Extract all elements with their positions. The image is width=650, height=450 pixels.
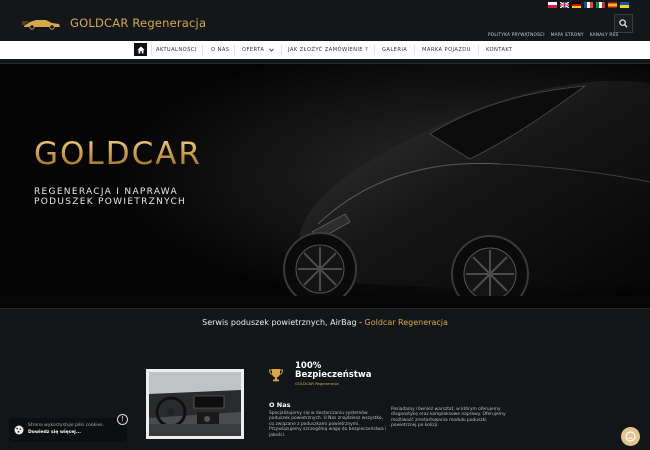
nav-divider: [374, 45, 375, 55]
main-nav: AKTUALNOŚCI O NAS OFERTA JAK ZŁOŻYĆ ZAMÓ…: [0, 41, 650, 59]
top-links: POLITYKA PRYWATNOŚCI MAPA STRONY KANAŁY …: [488, 33, 618, 38]
ua-flag-icon[interactable]: [620, 2, 629, 8]
nav-divider: [234, 45, 235, 55]
nav-item-news[interactable]: AKTUALNOŚCI: [152, 41, 201, 59]
nav-item-how-to-order[interactable]: JAK ZŁOŻYĆ ZAMÓWIENIE ?: [284, 41, 372, 59]
chevron-down-icon: [269, 47, 275, 52]
chat-icon: [625, 431, 636, 442]
nav-item-offer-label: OFERTA: [242, 47, 265, 53]
uk-flag-icon[interactable]: [560, 2, 569, 8]
privacy-policy-link[interactable]: POLITYKA PRYWATNOŚCI: [488, 33, 545, 38]
hero-subtitle-line1: REGENERACJA I NAPRAWA: [34, 187, 178, 197]
about-heading: O Nas: [269, 401, 291, 409]
nav-divider: [281, 45, 282, 55]
rss-link[interactable]: KANAŁY RSS: [590, 33, 619, 38]
chat-button[interactable]: [621, 427, 640, 446]
cookie-learn-more-link[interactable]: Dowiedz się więcej...: [28, 430, 81, 435]
search-icon: [619, 19, 628, 28]
nav-item-gallery[interactable]: GALERIA: [378, 41, 411, 59]
hero-subtitle-line2: PODUSZEK POWIETRZNYCH: [34, 197, 187, 207]
search-button[interactable]: [614, 14, 633, 33]
car-interior-photo: [146, 369, 244, 439]
car-logo-icon: [22, 20, 60, 30]
page: GOLDCAR Regeneracja POLITYKA PRYWATNOŚCI…: [0, 0, 650, 450]
tagline: Serwis poduszek powietrznych, AirBag - G…: [0, 318, 650, 327]
hero-title: GOLDCAR: [34, 136, 202, 172]
stat-subtitle: GOLDCAR Regeneracja: [295, 381, 339, 386]
cookie-icon: [14, 425, 24, 435]
logo-text: GOLDCAR Regeneracja: [70, 16, 207, 30]
de-flag-icon[interactable]: [572, 2, 581, 8]
hero-banner: GOLDCAR REGENERACJA I NAPRAWA PODUSZEK P…: [0, 63, 650, 309]
home-icon: [137, 46, 144, 53]
tagline-text: Serwis poduszek powietrznych, AirBag -: [202, 318, 365, 327]
fr-flag-icon[interactable]: [584, 2, 593, 8]
es-flag-icon[interactable]: [608, 2, 617, 8]
cookie-banner: Strona wykorzystuje pliki cookies. Dowie…: [9, 418, 127, 442]
nav-item-vehicle-brand[interactable]: MARKA POJAZDU: [418, 41, 475, 59]
sitemap-link[interactable]: MAPA STRONY: [551, 33, 584, 38]
home-button[interactable]: [134, 43, 147, 56]
cookie-message: Strona wykorzystuje pliki cookies.: [28, 423, 105, 428]
nav-divider: [202, 45, 203, 55]
trophy-icon: [268, 369, 284, 382]
pl-flag-icon[interactable]: [548, 2, 557, 8]
stat-label: Bezpieczeństwa: [295, 370, 372, 380]
nav-divider: [414, 45, 415, 55]
nav-divider: [478, 45, 479, 55]
site-logo[interactable]: GOLDCAR Regeneracja: [22, 16, 206, 30]
nav-item-offer[interactable]: OFERTA: [238, 41, 278, 59]
tagline-highlight: Goldcar Regeneracja: [364, 318, 448, 327]
nav-item-contact[interactable]: KONTAKT: [482, 41, 516, 59]
it-flag-icon[interactable]: [596, 2, 605, 8]
about-text-right: Posiadamy również warsztat, w którym ofe…: [391, 407, 506, 429]
nav-item-about[interactable]: O NAS: [207, 41, 233, 59]
cookie-close-button[interactable]: !: [117, 414, 128, 425]
language-flags: [548, 2, 629, 8]
about-text-left: Specjalizujemy się w dostarczaniu system…: [269, 411, 387, 438]
site-header: GOLDCAR Regeneracja POLITYKA PRYWATNOŚCI…: [0, 0, 650, 41]
car-interior-image: [149, 372, 241, 436]
